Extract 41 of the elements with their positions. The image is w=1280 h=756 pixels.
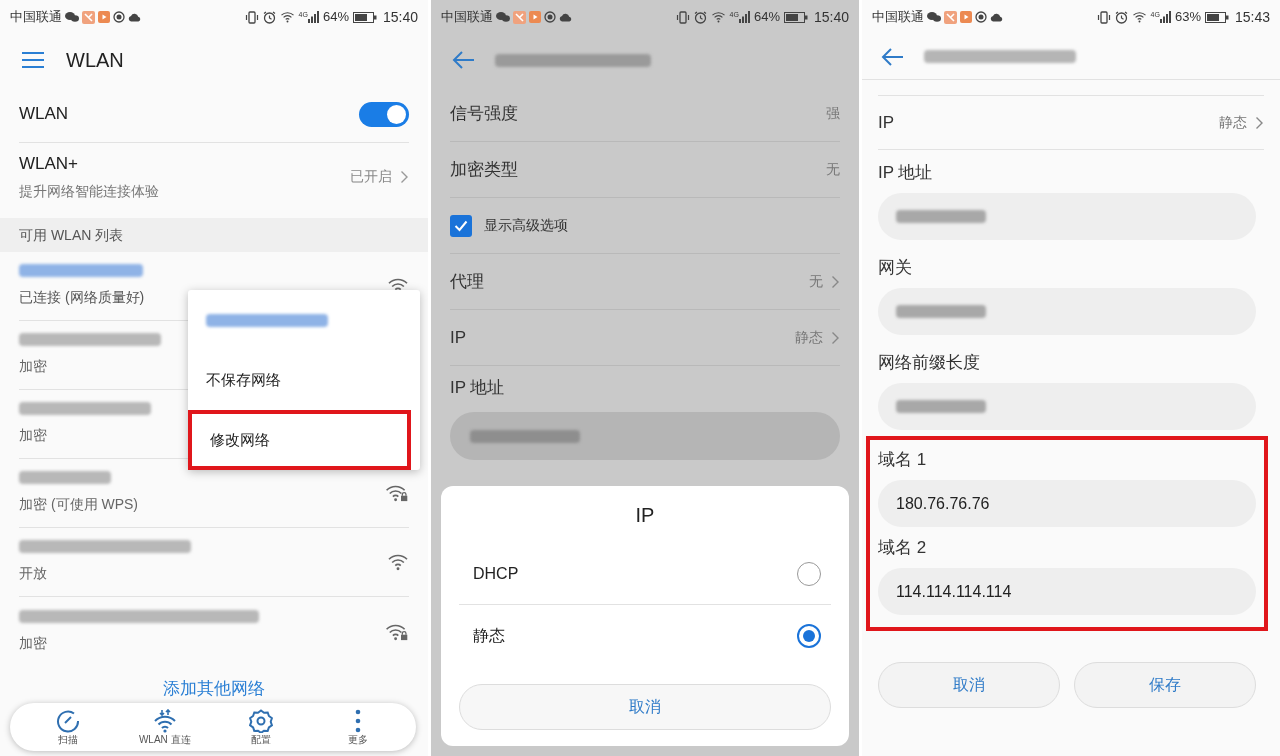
setting-label: 代理	[450, 270, 484, 293]
battery-percent: 64%	[753, 8, 780, 27]
field-label: 网关	[877, 257, 913, 280]
field-label: 网络前缀长度	[877, 352, 981, 375]
setting-value: 无	[809, 272, 823, 291]
field-label: IP 地址	[449, 377, 506, 400]
setting-value: 已开启	[350, 167, 392, 186]
network-status: 开放	[19, 564, 48, 583]
setting-label: WLAN	[19, 103, 69, 126]
field-label: IP 地址	[877, 162, 934, 185]
setting-value: 强	[826, 104, 840, 123]
setting-label: IP	[450, 326, 467, 349]
setting-label: IP	[878, 111, 895, 134]
setting-value: 无	[826, 160, 840, 179]
setting-value: 静态	[795, 328, 823, 347]
network-status: 加密	[19, 426, 48, 445]
battery-percent: 64%	[322, 8, 349, 27]
checkbox-label: 显示高级选项	[484, 216, 568, 235]
setting-label: 加密类型	[450, 158, 518, 181]
field-label: 域名 2	[877, 537, 928, 560]
clock-time: 15:40	[382, 7, 418, 27]
network-status: 加密 (可使用 WPS)	[19, 495, 138, 514]
carrier-name: 中国联通	[872, 8, 924, 27]
option-label: DHCP	[473, 564, 519, 584]
network-status: 加密	[19, 633, 48, 653]
section-title: 可用 WLAN 列表	[19, 225, 124, 245]
setting-label: WLAN+	[19, 153, 80, 176]
network-status: 加密	[19, 357, 48, 376]
field-label: 域名 1	[877, 449, 928, 472]
setting-subtitle: 提升网络智能连接体验	[19, 181, 159, 201]
dialog-title: IP	[635, 503, 655, 528]
carrier-name: 中国联通	[441, 8, 493, 27]
setting-value: 静态	[1219, 113, 1247, 132]
screen-title: WLAN	[66, 48, 124, 73]
option-label: 静态	[473, 625, 505, 646]
setting-label: 信号强度	[450, 102, 518, 125]
battery-percent: 63%	[1174, 8, 1201, 27]
carrier-name: 中国联通	[10, 8, 62, 27]
clock-time: 15:40	[813, 7, 849, 27]
network-status: 已连接 (网络质量好)	[19, 288, 145, 307]
clock-time: 15:43	[1234, 7, 1270, 27]
